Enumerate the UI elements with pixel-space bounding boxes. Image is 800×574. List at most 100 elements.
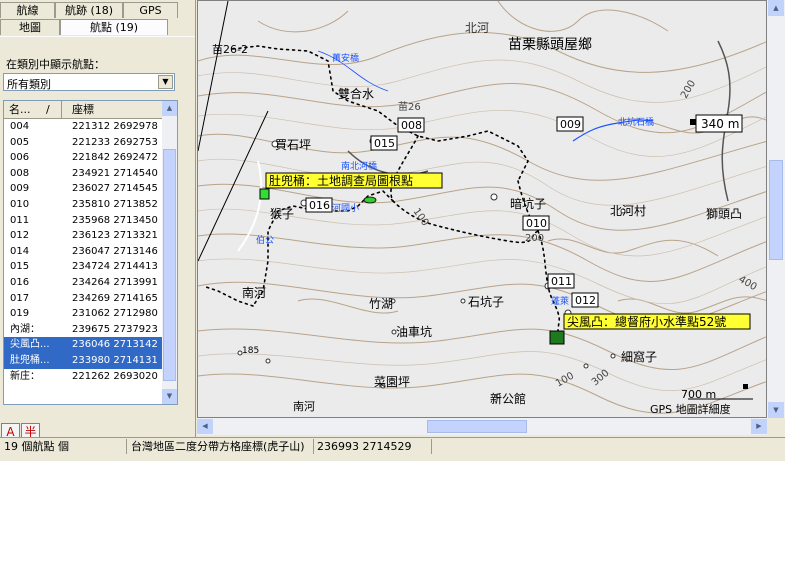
waypoint-name: 肚兜桶...	[10, 354, 50, 366]
waypoint-coord: 235968 2713450	[72, 214, 158, 226]
waypoint-name: 019	[10, 308, 30, 320]
list-item[interactable]: 肚兜桶... 233980 2714131	[4, 352, 164, 369]
callout-jianfengtu: 尖風凸：總督府小水準點52號	[567, 314, 726, 329]
tab-routes[interactable]: 航線	[0, 2, 55, 18]
list-item[interactable]: 內湖： 239675 2737923	[4, 322, 164, 338]
waypoint-coord: 234724 2714413	[72, 261, 158, 273]
waypoint-name: 008	[10, 167, 30, 179]
label-elev185: 185	[242, 346, 259, 356]
list-item[interactable]: 019 231062 2712980	[4, 306, 164, 322]
waypoint-list[interactable]: 名... / 座標 004 221312 2692978 005 221233 269…	[3, 100, 178, 405]
waypoint-name: 012	[10, 230, 30, 242]
callouts: 肚兜桶：土地調查局圖根點 尖風凸：總督府小水準點52號 340 m	[265, 114, 751, 330]
tab-waypoints[interactable]: 航點 (19)	[60, 19, 168, 35]
waypoint-marker-jianfengtu[interactable]	[549, 330, 565, 345]
category-selected-value: 所有類別	[7, 78, 51, 91]
scroll-thumb[interactable]	[163, 149, 176, 381]
map-canvas[interactable]: 008 009 010 011 012 015 016 肚兜桶：土地調查局圖根點…	[198, 1, 767, 418]
chevron-down-icon[interactable]: ▼	[158, 75, 173, 89]
map-scroll-thumb-h[interactable]	[427, 420, 527, 433]
label-c100: 100	[411, 206, 431, 228]
list-item[interactable]: 017 234269 2714165	[4, 291, 164, 307]
callout-dudoutong: 肚兜桶：土地調查局圖根點	[269, 173, 413, 188]
waypoint-label-016: 016	[309, 199, 330, 212]
waypoint-coord: 221262 2693020	[72, 370, 158, 382]
status-cursor-coords: 236993 2714529	[313, 439, 432, 454]
list-item[interactable]: 015 234724 2714413	[4, 259, 164, 275]
waypoint-coord: 239675 2737923	[72, 323, 158, 335]
waypoint-name: 015	[10, 261, 30, 273]
elevation-label: 340 m	[701, 117, 739, 131]
waypoint-name: 011	[10, 214, 30, 226]
label-road-miao26: 苗26	[398, 101, 421, 113]
label-beihecun: 北河村	[610, 204, 646, 218]
waypoint-marker-school	[363, 196, 377, 204]
map-horizontal-scrollbar[interactable]: ◀ ▶	[197, 418, 767, 435]
list-item[interactable]: 012 236123 2713321	[4, 228, 164, 244]
label-river-school: 河國小	[332, 202, 359, 214]
list-item[interactable]: 新庄： 221262 2693020	[4, 369, 164, 385]
label-bogong: 伯公	[256, 234, 274, 246]
waypoint-label-009: 009	[560, 118, 581, 131]
category-label: 在類別中顯示航點：	[6, 58, 105, 71]
waypoint-coord: 221312 2692978	[72, 121, 158, 132]
tab-tracks[interactable]: 航跡 (18)	[55, 2, 123, 18]
list-header: 名... / 座標	[4, 101, 164, 119]
label-maishiping: 買石坪	[275, 138, 311, 152]
list-item[interactable]: 006 221842 2692472	[4, 150, 164, 166]
label-shitoutu: 獅頭凸	[706, 207, 742, 221]
category-select[interactable]: 所有類別 ▼	[3, 73, 175, 91]
scroll-down-icon[interactable]: ▼	[768, 402, 784, 418]
list-item[interactable]: 009 236027 2714545	[4, 181, 164, 197]
label-road-miao262: 苗26-2	[212, 43, 248, 56]
boundary-lines	[198, 1, 269, 262]
list-item[interactable]: 005 221233 2692753	[4, 135, 164, 151]
list-item[interactable]: 008 234921 2714540	[4, 166, 164, 182]
scroll-up-icon[interactable]: ▲	[162, 101, 177, 116]
waypoint-marker-dudoutong[interactable]	[259, 188, 270, 200]
tab-map[interactable]: 地圖	[0, 19, 60, 35]
tab-gps[interactable]: GPS	[123, 2, 178, 18]
scroll-up-icon[interactable]: ▲	[768, 0, 784, 16]
label-nanhe: 南河	[242, 285, 266, 300]
waypoint-rows: 004 221312 2692978 005 221233 2692753 006 221…	[4, 119, 164, 384]
label-nanbei-bridge: 南北河橋	[341, 160, 377, 172]
label-anhengzi: 暗坑子	[510, 196, 546, 211]
label-shuanghe: 雙合水	[338, 86, 374, 101]
waypoint-name: 005	[10, 136, 30, 148]
waypoint-coord: 234264 2713991	[72, 276, 158, 288]
label-nanhe-bottom: 南河	[293, 400, 315, 413]
label-c300: 300	[590, 368, 612, 389]
waypoint-name: 017	[10, 292, 30, 304]
waypoint-coord: 233980 2714131	[72, 354, 158, 366]
column-header-coord[interactable]: 座標	[62, 101, 164, 118]
list-item[interactable]: 011 235968 2713450	[4, 213, 164, 229]
list-scrollbar[interactable]: ▲ ▼	[162, 101, 177, 404]
tab-row-bottom: 地圖 航點 (19)	[0, 19, 195, 36]
map-vertical-scrollbar[interactable]: ▲ ▼	[767, 0, 785, 418]
column-header-name-label: 名...	[9, 103, 31, 116]
elevation-square-icon	[690, 119, 696, 125]
waypoint-coord: 234921 2714540	[72, 167, 158, 179]
list-item[interactable]: 016 234264 2713991	[4, 275, 164, 291]
label-c200b: 200	[525, 233, 544, 244]
label-wayhe: 蓬萊	[551, 295, 569, 307]
scroll-right-icon[interactable]: ▶	[751, 419, 767, 434]
waypoint-label-010: 010	[526, 217, 547, 230]
list-item[interactable]: 010 235810 2713852	[4, 197, 164, 213]
map-scroll-thumb-v[interactable]	[769, 160, 783, 260]
scale-label: 700 m	[681, 388, 716, 401]
label-north-river: 北河	[465, 21, 489, 35]
map-view[interactable]: 008 009 010 011 012 015 016 肚兜桶：土地調查局圖根點…	[197, 0, 767, 418]
column-header-name[interactable]: 名... /	[4, 101, 62, 118]
list-item[interactable]: 尖風凸... 236046 2713142	[4, 337, 164, 353]
waypoint-coord: 235810 2713852	[72, 198, 158, 210]
list-item[interactable]: 004 221312 2692978	[4, 119, 164, 135]
list-item[interactable]: 014 236047 2713146	[4, 244, 164, 260]
scroll-down-icon[interactable]: ▼	[162, 389, 177, 404]
scroll-left-icon[interactable]: ◀	[197, 419, 213, 434]
status-waypoint-count: 19 個航點 個	[0, 439, 127, 454]
minor-contours	[198, 59, 766, 391]
label-shikengzi: 石坑子	[468, 294, 504, 309]
waypoint-name: 新庄：	[10, 370, 40, 382]
